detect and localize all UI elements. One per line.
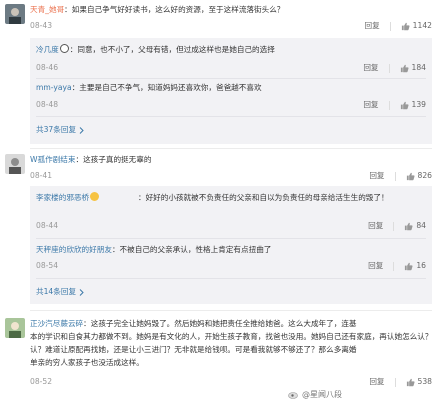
- reply-link[interactable]: 回复: [364, 20, 379, 32]
- comment-text-line: 本的学识和自食其力都做不到。她妈是有文化的人，开始生孩子教育，找爸也没用。她妈自…: [30, 332, 432, 341]
- reply-link[interactable]: 回复: [368, 260, 383, 272]
- like-button[interactable]: 16: [404, 260, 426, 272]
- comment-username[interactable]: W孤作剧结束: [30, 155, 75, 164]
- reply-time: 08-46: [36, 63, 59, 72]
- comment-time: 08-43: [30, 21, 53, 30]
- comment-3: 正沙汽尽蕨云碎：这孩子完全让她妈毁了。然后她妈和她把责任全推给她爸。这么大成年了…: [0, 318, 440, 404]
- reply-link[interactable]: 回复: [369, 376, 384, 388]
- comment-text-line: 单亲的穷人家孩子也没活成这样。: [30, 358, 144, 367]
- thumbs-up-icon: [405, 262, 413, 270]
- reply-time: 08-44: [36, 221, 59, 230]
- thumbs-up-icon: [406, 378, 415, 386]
- chevron-right-icon: [79, 288, 84, 296]
- reply-username[interactable]: 冷几度: [36, 45, 59, 54]
- thumbs-up-icon: [400, 64, 409, 72]
- like-count: 826: [417, 171, 433, 180]
- like-button[interactable]: 538: [406, 376, 433, 388]
- reply-time: 08-54: [36, 261, 59, 270]
- like-count: 16: [416, 261, 426, 270]
- weibo-logo-icon: [288, 392, 298, 399]
- like-count: 184: [411, 63, 427, 72]
- comment-2: W孤作剧结束：这孩子真的挺无辜的 08-41 回复 826 李家楼的邪恶桥 ：好…: [0, 154, 440, 304]
- panda-emoji-icon: [59, 44, 69, 53]
- comment-username[interactable]: 正沙汽尽蕨云碎: [30, 319, 83, 328]
- comment-time: 08-41: [30, 171, 53, 180]
- like-count: 1142: [412, 21, 432, 30]
- like-count: 538: [417, 377, 433, 386]
- thumbs-up-icon: [406, 172, 415, 180]
- comment-1: 天青_她哥：如果自己争气好好读书，这么好的资源，至于这样流落街头么？ 08-43…: [0, 4, 440, 144]
- avatar[interactable]: [5, 154, 25, 174]
- reply-link[interactable]: 回复: [369, 170, 384, 182]
- like-button[interactable]: 1142: [401, 20, 432, 32]
- reply-username[interactable]: 天秤座的欣欣的好朋友: [36, 245, 112, 254]
- reply-text: ：主要是自己不争气，知道妈妈还喜欢你，爸爸越不喜欢: [71, 83, 262, 92]
- more-replies-link[interactable]: 共37条回复: [36, 124, 84, 136]
- comment-username[interactable]: 天青_她哥: [30, 5, 64, 14]
- reply-username[interactable]: mm-yaya: [36, 83, 72, 92]
- comment-text-line: ：这孩子完全让她妈毁了。然后她妈和她把责任全推给她爸。这么大成年了，连基: [83, 319, 357, 328]
- reply-link[interactable]: 回复: [363, 62, 378, 74]
- avatar[interactable]: [5, 318, 25, 338]
- comment-text-line: 认？难道让原配再找她，还是让小三进门？无非就是给钱呗。可是看我就够不够还了？那么…: [30, 345, 357, 354]
- reply-text: ：同意，也不小了，父母有错，但过成这样也是她自己的选择: [69, 45, 275, 54]
- like-button[interactable]: 184: [400, 62, 427, 74]
- like-count: 139: [411, 100, 427, 109]
- avatar[interactable]: [5, 4, 25, 24]
- thumbs-up-icon: [401, 22, 410, 30]
- badge-emoji-icon: [90, 192, 100, 201]
- more-replies-link[interactable]: 共14条回复: [36, 286, 84, 298]
- thumbs-up-icon: [400, 101, 409, 109]
- watermark: @星闻八段: [288, 389, 342, 400]
- reply-link[interactable]: 回复: [363, 99, 378, 111]
- comment-text: ：如果自己争气好好读书，这么好的资源，至于这样流落街头么？: [64, 5, 285, 14]
- thumbs-up-icon: [405, 222, 413, 230]
- reply-thread: 李家楼的邪恶桥 ：好好的小孩就被不负责任的父亲和自以为负责任的母亲给活生生的毁了…: [30, 186, 432, 304]
- comment-time: 08-52: [30, 377, 53, 386]
- reply-link[interactable]: 回复: [368, 220, 383, 232]
- reply-time: 08-48: [36, 100, 59, 109]
- reply-thread: 冷几度 ：同意，也不小了，父母有错，但过成这样也是她自己的选择 08-46 回复 …: [30, 38, 432, 144]
- like-button[interactable]: 139: [400, 99, 427, 111]
- like-button[interactable]: 84: [404, 220, 426, 232]
- like-count: 84: [416, 221, 426, 230]
- reply-text: ：好好的小孩就被不负责任的父亲和自以为负责任的母亲给活生生的毁了！: [138, 193, 389, 202]
- like-button[interactable]: 826: [406, 170, 433, 182]
- comment-text: ：这孩子真的挺无辜的: [75, 155, 152, 164]
- chevron-right-icon: [79, 126, 84, 134]
- reply-username[interactable]: 李家楼的邪恶桥: [36, 193, 89, 202]
- reply-text: ：不被自己的父亲承认，性格上肯定有点扭曲了: [111, 245, 272, 254]
